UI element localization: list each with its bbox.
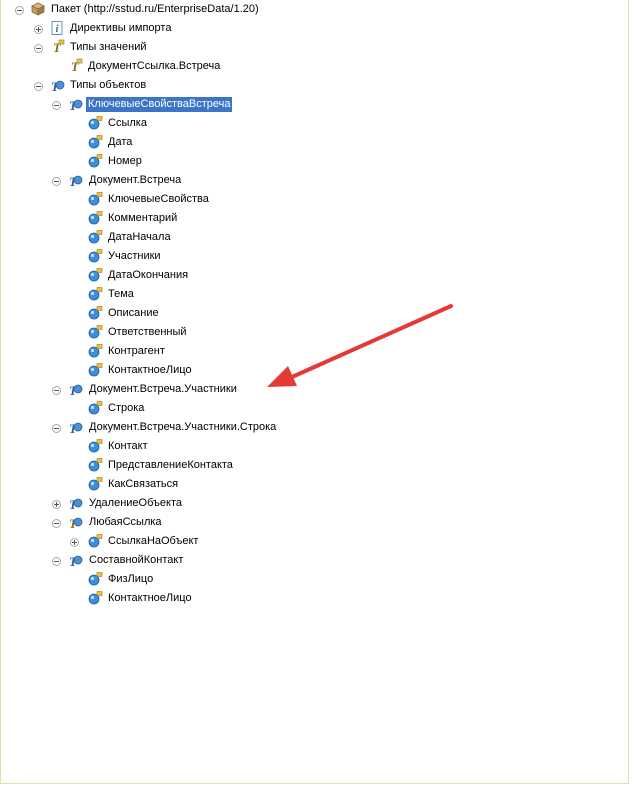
annotation-arrow bbox=[267, 304, 453, 387]
